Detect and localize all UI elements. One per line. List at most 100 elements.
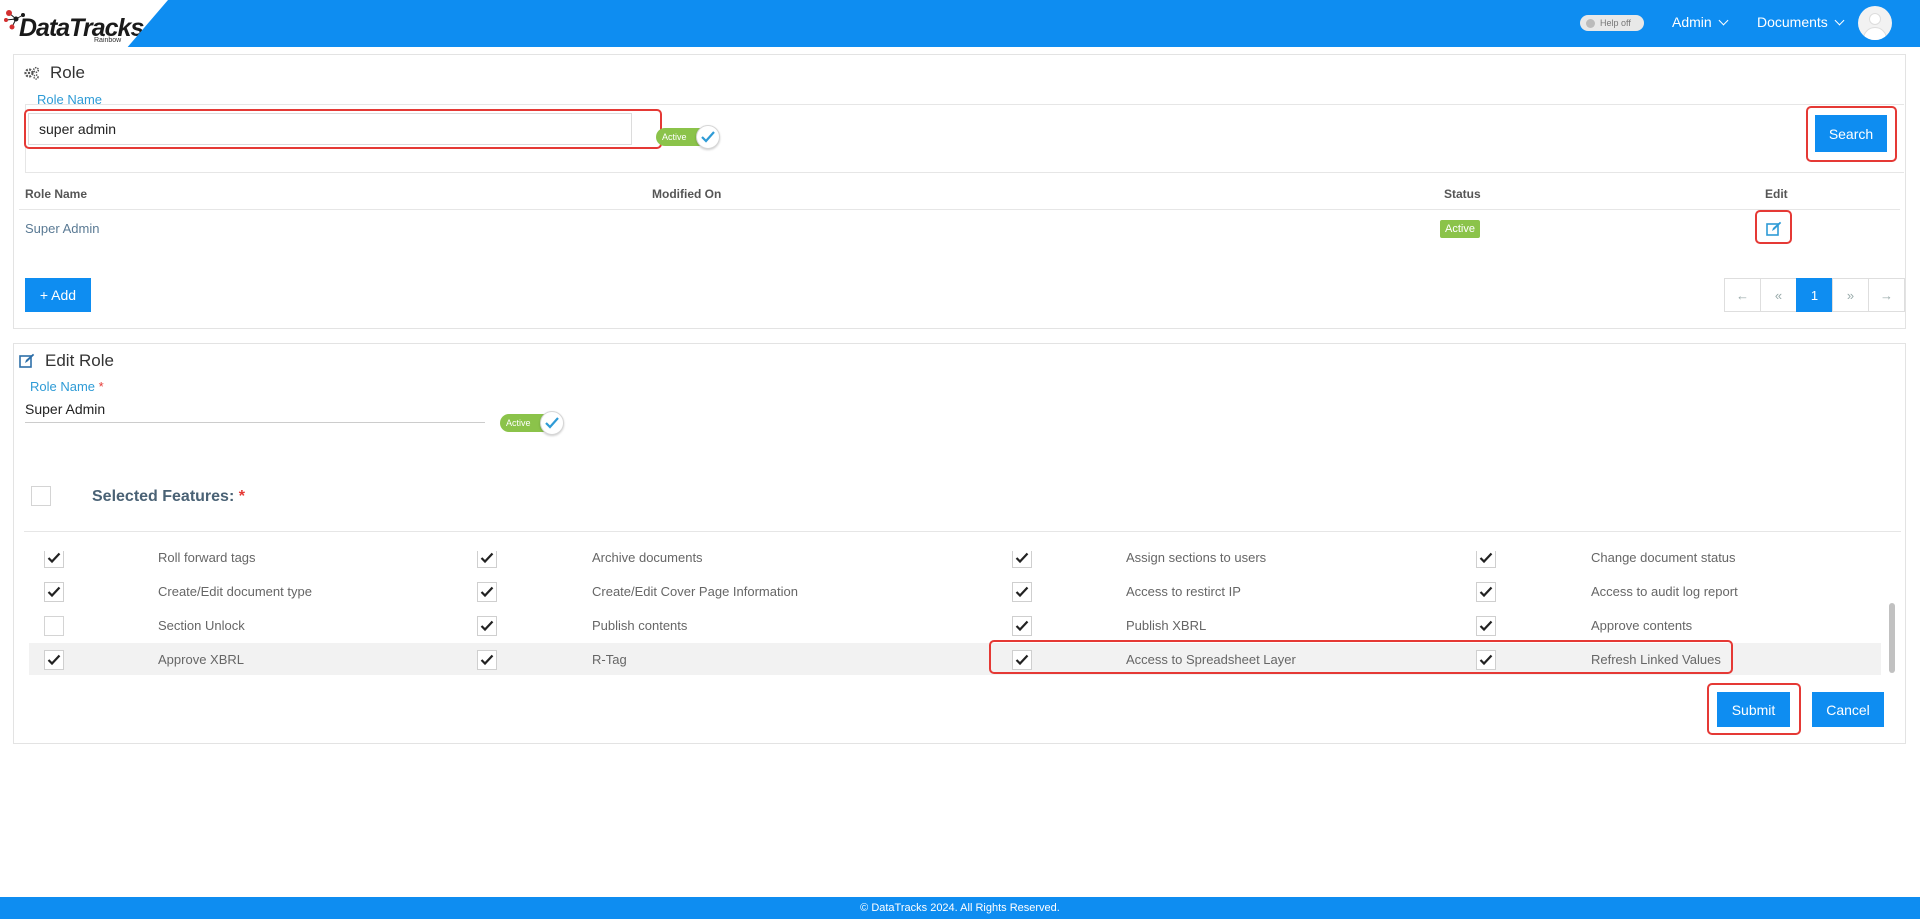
check-icon — [47, 552, 61, 564]
feature-label: Change document status — [1591, 551, 1736, 565]
selected-features-label: Selected Features: * — [92, 488, 245, 506]
edit-role-panel: Edit Role Role Name * Active Selected Fe… — [13, 343, 1906, 744]
input-highlight — [24, 109, 662, 149]
check-icon — [1479, 552, 1493, 564]
page-last-button[interactable]: → — [1868, 278, 1905, 312]
search-highlight — [1806, 106, 1897, 162]
feature-checkbox[interactable] — [1476, 551, 1496, 568]
admin-menu[interactable]: Admin — [1672, 14, 1729, 30]
check-icon — [545, 417, 559, 429]
feature-label: Roll forward tags — [158, 551, 256, 565]
avatar-head — [1869, 13, 1881, 25]
check-icon — [480, 586, 494, 598]
list-item: Section Unlock Publish contents Publish … — [29, 609, 1881, 643]
pagination: ← « 1 » → — [1724, 278, 1905, 312]
toggle-dot-icon — [1586, 18, 1595, 28]
cancel-button[interactable]: Cancel — [1812, 692, 1884, 727]
avatar-body — [1863, 27, 1887, 40]
footer: © DataTracks 2024. All Rights Reserved. — [0, 897, 1920, 919]
select-all-checkbox[interactable] — [31, 486, 51, 506]
feature-label: Access to restirct IP — [1126, 584, 1241, 599]
toggle-knob — [696, 125, 720, 149]
check-icon — [480, 552, 494, 564]
features-divider — [24, 531, 1901, 532]
feature-label: Create/Edit document type — [158, 584, 312, 599]
feature-label: Archive documents — [592, 551, 703, 565]
selected-features-text: Selected Features: — [92, 488, 235, 505]
feature-checkbox[interactable] — [477, 582, 497, 602]
column-header-edit: Edit — [1765, 187, 1788, 201]
header-divider — [19, 209, 1900, 210]
check-icon — [480, 654, 494, 666]
edit-icon — [19, 353, 35, 368]
required-mark: * — [98, 379, 104, 394]
check-icon — [1015, 620, 1029, 632]
check-icon — [1479, 620, 1493, 632]
active-toggle[interactable]: Active — [656, 125, 720, 149]
gears-icon — [24, 66, 40, 80]
admin-menu-label: Admin — [1672, 14, 1712, 30]
feature-label: Publish contents — [592, 618, 688, 633]
feature-checkbox[interactable] — [44, 582, 64, 602]
feature-checkbox[interactable] — [477, 551, 497, 568]
feature-label: Assign sections to users — [1126, 551, 1267, 565]
edit-role-name-label-text: Role Name — [30, 379, 96, 394]
feature-label: R-Tag — [592, 652, 627, 667]
page-prev-button[interactable]: « — [1760, 278, 1797, 312]
page-first-button[interactable]: ← — [1724, 278, 1761, 312]
logo-subtitle: Rainbow — [94, 37, 122, 44]
scrollbar-thumb[interactable] — [1889, 603, 1895, 673]
check-icon — [1015, 552, 1029, 564]
feature-checkbox[interactable] — [44, 616, 64, 636]
edit-role-title: Edit Role — [45, 351, 114, 370]
feature-checkbox[interactable] — [477, 650, 497, 670]
top-navbar: DataTracks Rainbow Help off Admin Docume… — [0, 0, 1920, 47]
feature-checkbox[interactable] — [1012, 582, 1032, 602]
feature-label: Section Unlock — [158, 618, 245, 633]
check-icon — [701, 131, 715, 143]
edit-highlight — [1755, 210, 1792, 244]
check-icon — [47, 586, 61, 598]
column-header-status: Status — [1444, 187, 1481, 201]
status-badge: Active — [1440, 220, 1480, 238]
chevron-down-icon — [1718, 15, 1729, 25]
feature-checkbox[interactable] — [44, 650, 64, 670]
column-header-modified-on: Modified On — [652, 187, 722, 201]
logo[interactable]: DataTracks Rainbow — [0, 0, 168, 47]
edit-role-name-label: Role Name * — [30, 379, 104, 394]
required-mark: * — [238, 488, 245, 505]
feature-label: Access to audit log report — [1591, 584, 1738, 599]
copyright-text: © DataTracks 2024. All Rights Reserved. — [860, 902, 1060, 914]
help-toggle[interactable]: Help off — [1580, 15, 1644, 31]
page-1-button[interactable]: 1 — [1796, 278, 1833, 312]
feature-label: Approve XBRL — [158, 652, 244, 667]
add-role-button[interactable]: + Add — [25, 278, 91, 312]
feature-checkbox[interactable] — [1012, 551, 1032, 568]
toggle-knob — [540, 411, 564, 435]
edit-active-toggle-label: Active — [506, 418, 531, 428]
edit-role-header: Edit Role — [19, 351, 114, 371]
check-icon — [480, 620, 494, 632]
check-icon — [1479, 586, 1493, 598]
role-panel: Role Role Name Active Search Role Name M… — [13, 54, 1906, 329]
feature-checkbox[interactable] — [1476, 616, 1496, 636]
feature-checkbox[interactable] — [1012, 616, 1032, 636]
features-scrollbar[interactable] — [1889, 551, 1895, 675]
logo-text: DataTracks — [19, 14, 144, 42]
feature-checkbox[interactable] — [44, 551, 64, 568]
page-next-button[interactable]: » — [1832, 278, 1869, 312]
list-item: Create/Edit document type Create/Edit Co… — [29, 575, 1881, 609]
check-icon — [47, 654, 61, 666]
feature-label: Approve contents — [1591, 618, 1693, 633]
documents-menu[interactable]: Documents — [1757, 14, 1845, 30]
feature-checkbox[interactable] — [1476, 582, 1496, 602]
edit-active-toggle[interactable]: Active — [500, 411, 564, 435]
feature-checkbox[interactable] — [477, 616, 497, 636]
list-item: Roll forward tags Archive documents Assi… — [29, 551, 1881, 575]
feature-label: Publish XBRL — [1126, 618, 1207, 633]
edit-role-name-input[interactable] — [25, 395, 485, 423]
user-avatar[interactable] — [1858, 6, 1892, 40]
role-panel-header: Role — [24, 63, 85, 83]
chevron-down-icon — [1834, 15, 1845, 25]
spreadsheet-features-highlight — [989, 640, 1733, 674]
